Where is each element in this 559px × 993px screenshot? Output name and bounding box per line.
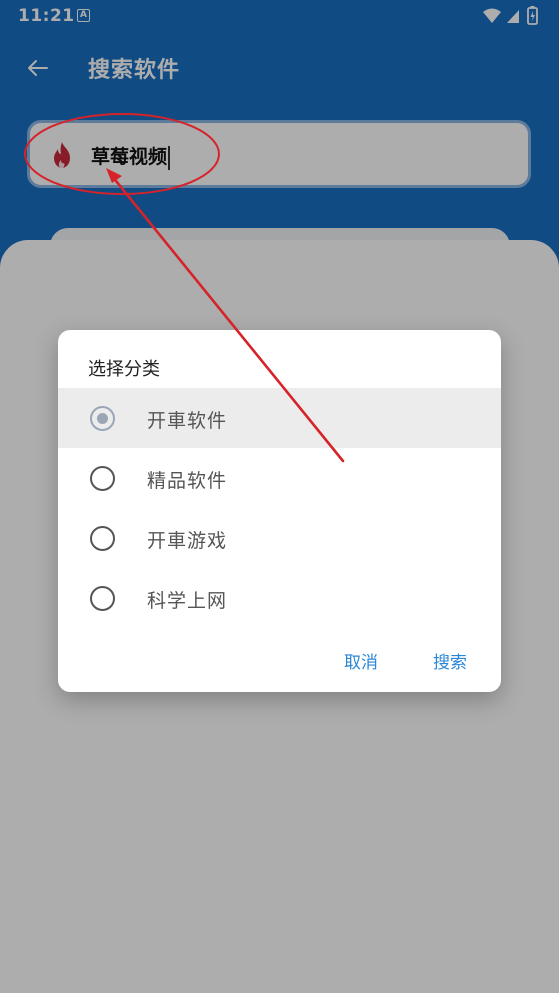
category-option-list: 开車软件 精品软件 开車游戏 科学上网 [58,388,501,628]
cancel-button[interactable]: 取消 [344,648,378,673]
radio-button-selected[interactable] [90,406,115,431]
radio-dot [97,413,108,424]
option-row-kaiche-software[interactable]: 开車软件 [58,388,501,448]
radio-button[interactable] [90,526,115,551]
radio-button[interactable] [90,586,115,611]
option-label: 科学上网 [147,590,228,612]
option-label: 精品软件 [147,470,228,492]
option-row-vpn[interactable]: 科学上网 [58,568,501,628]
radio-button[interactable] [90,466,115,491]
option-label: 开車软件 [147,410,228,432]
option-row-premium-software[interactable]: 精品软件 [58,448,501,508]
search-button[interactable]: 搜索 [433,648,467,673]
dialog-title: 选择分类 [88,359,160,380]
option-label: 开車游戏 [147,530,228,552]
option-row-kaiche-games[interactable]: 开車游戏 [58,508,501,568]
category-dialog: 选择分类 开車软件 精品软件 开車游戏 科学上网 取消 搜索 [58,330,501,692]
